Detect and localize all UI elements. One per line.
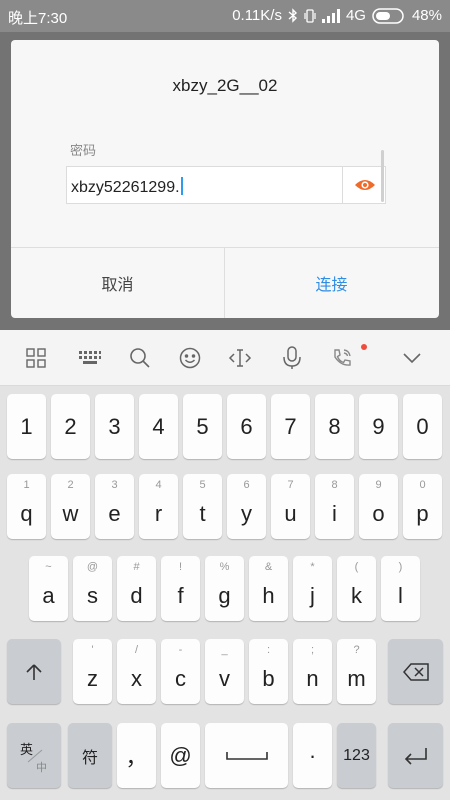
period-key[interactable]: · (293, 723, 332, 788)
show-password-button[interactable] (342, 166, 386, 204)
keyboard-toolbar (0, 330, 450, 386)
at-key[interactable]: @ (161, 723, 200, 788)
key-0[interactable]: 0 (403, 394, 442, 459)
key-e[interactable]: 3e (95, 474, 134, 539)
password-value: xbzy52261299. (71, 179, 180, 196)
enter-key[interactable] (388, 723, 443, 788)
comma-key[interactable]: ， (117, 723, 156, 788)
lang-divider-icon (27, 749, 43, 763)
key-q[interactable]: 1q (7, 474, 46, 539)
chevron-down-icon[interactable] (390, 330, 434, 386)
language-switch-key[interactable]: 英 中 (7, 723, 61, 788)
backspace-key[interactable] (388, 639, 443, 704)
key-n[interactable]: ; n (293, 639, 332, 704)
key-o[interactable]: 9o (359, 474, 398, 539)
key-v[interactable]: _ v (205, 639, 244, 704)
bluetooth-icon (288, 8, 297, 23)
phone-signal-icon[interactable] (320, 330, 367, 386)
key-r[interactable]: 4r (139, 474, 178, 539)
key-u[interactable]: 7u (271, 474, 310, 539)
search-icon[interactable] (118, 330, 162, 386)
keyboard: 1 2 3 4 5 6 7 8 9 0 1q 2w 3e 4r 5t 6y 7u… (0, 386, 450, 800)
key-c[interactable]: -c (161, 639, 200, 704)
microphone-icon[interactable] (270, 330, 314, 386)
shift-key[interactable] (7, 639, 61, 704)
key-3[interactable]: 3 (95, 394, 134, 459)
key-t[interactable]: 5t (183, 474, 222, 539)
vibrate-icon (304, 8, 316, 23)
signal-icon (321, 8, 340, 23)
key-9[interactable]: 9 (359, 394, 398, 459)
key-6[interactable]: 6 (227, 394, 266, 459)
key-2[interactable]: 2 (51, 394, 90, 459)
key-f[interactable]: ! f (161, 556, 200, 621)
key-l[interactable]: ) l (381, 556, 420, 621)
key-7[interactable]: 7 (271, 394, 310, 459)
text-cursor (180, 177, 183, 195)
battery-percent: 48% (411, 7, 442, 24)
key-x[interactable]: / x (117, 639, 156, 704)
shift-arrow-icon (26, 663, 42, 680)
key-h[interactable]: & h (249, 556, 288, 621)
key-1[interactable]: 1 (7, 394, 46, 459)
connect-button[interactable]: 连接 (225, 248, 438, 318)
emoji-icon[interactable] (168, 330, 212, 386)
keyboard-icon[interactable] (68, 330, 112, 386)
key-p[interactable]: 0p (403, 474, 442, 539)
key-5[interactable]: 5 (183, 394, 222, 459)
grid-menu-icon[interactable] (14, 330, 58, 386)
network-type: 4G (345, 7, 366, 24)
dialog-title: xbzy_2G__02 (172, 76, 278, 95)
password-input[interactable]: xbzy52261299. (66, 166, 386, 204)
cancel-button[interactable]: 取消 (11, 248, 224, 318)
key-s[interactable]: @ s (73, 556, 112, 621)
network-speed: 0.11K/s (232, 7, 282, 24)
wifi-password-dialog: xbzy_2G__02 密码 xbzy52261299. 取消 连接 (11, 40, 439, 318)
key-i[interactable]: 8i (315, 474, 354, 539)
key-j[interactable]: * j (293, 556, 332, 621)
key-b[interactable]: :b (249, 639, 288, 704)
battery-icon (372, 7, 404, 24)
notification-dot (361, 344, 367, 350)
scrollbar[interactable] (381, 150, 384, 202)
space-bar-icon (225, 751, 268, 760)
key-y[interactable]: 6y (227, 474, 266, 539)
key-z[interactable]: ' z (73, 639, 112, 704)
password-label: 密码 (70, 143, 97, 158)
enter-icon (404, 747, 427, 765)
key-g[interactable]: % g (205, 556, 244, 621)
key-8[interactable]: 8 (315, 394, 354, 459)
numbers-key[interactable]: 123 (337, 723, 376, 788)
key-a[interactable]: ~ a (29, 556, 68, 621)
key-k[interactable]: (k (337, 556, 376, 621)
key-d[interactable]: # d (117, 556, 156, 621)
status-bar: 晚上7:30 0.11K/s 4G 48% (0, 0, 450, 32)
cursor-move-icon[interactable] (218, 330, 262, 386)
status-time: 晚上7:30 (8, 10, 68, 27)
key-4[interactable]: 4 (139, 394, 178, 459)
key-m[interactable]: ? m (337, 639, 376, 704)
backspace-icon (402, 662, 429, 681)
space-key[interactable] (205, 723, 288, 788)
key-w[interactable]: 2w (51, 474, 90, 539)
symbol-key[interactable]: 符 (68, 723, 112, 788)
eye-icon (354, 180, 375, 190)
